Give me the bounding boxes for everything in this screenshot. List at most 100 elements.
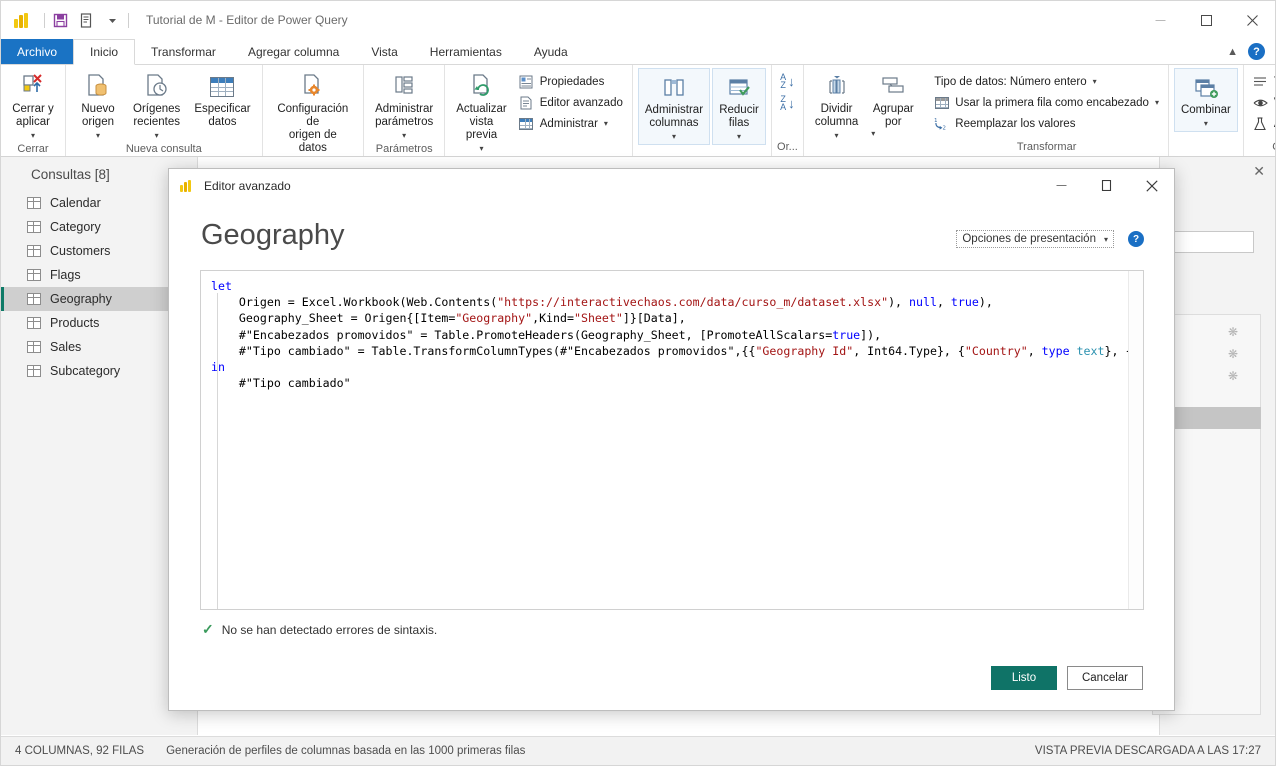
caret-icon[interactable]: ▾ (155, 129, 159, 142)
title-separator (44, 12, 45, 28)
sidebar-item-label: Flags (50, 268, 81, 282)
properties-icon (519, 74, 534, 89)
code-line: Origen = Excel.Workbook(Web.Contents("ht… (211, 295, 993, 310)
tab-agregar-columna[interactable]: Agregar columna (232, 39, 355, 64)
caret-icon[interactable]: ▾ (604, 119, 608, 128)
reemplazar-valores-button[interactable]: 12 Reemplazar los valores (930, 113, 1163, 134)
code-line: #"Tipo cambiado" (211, 376, 351, 391)
ribbon-group-parametros: Administrar parámetros ▾ Parámetros (364, 65, 446, 156)
maximize-button[interactable] (1183, 1, 1229, 39)
caret-icon[interactable]: ▾ (1104, 235, 1108, 244)
reducir-filas-button[interactable]: Reducir filas ▾ (712, 68, 767, 145)
caret-icon[interactable]: ▾ (737, 130, 741, 143)
help-icon[interactable]: ? (1248, 43, 1265, 60)
m-code-text[interactable]: let Origen = Excel.Workbook(Web.Contents… (201, 271, 1143, 391)
caret-icon[interactable]: ▾ (871, 127, 875, 140)
origenes-recientes-button[interactable]: Orígenes recientes ▾ (127, 68, 186, 143)
cerrar-y-aplicar-button[interactable]: Cerrar y aplicar ▾ (6, 68, 60, 143)
caret-icon[interactable]: ▾ (479, 142, 483, 155)
dialog-heading: Geography (201, 219, 345, 251)
cerrar-y-aplicar-label: Cerrar y aplicar (12, 103, 54, 128)
ribbon-group-columnas-filas: Administrar columnas ▾ Reducir filas ▾ (633, 65, 773, 156)
caret-icon[interactable]: ▾ (835, 129, 839, 142)
group-label-dividir-agrupar (809, 153, 920, 156)
display-options-dropdown[interactable]: Opciones de presentación ▾ (956, 230, 1114, 248)
new-source-icon (83, 71, 113, 103)
editor-avanzado-label: Editor avanzado (539, 96, 623, 109)
chevron-down-icon[interactable] (104, 12, 121, 29)
flask-icon (1253, 116, 1268, 131)
code-vertical-scrollbar[interactable] (1128, 271, 1143, 609)
columns-rows-status: 4 COLUMNAS, 92 FILAS (15, 745, 145, 757)
tipo-de-datos-dropdown[interactable]: Tipo de datos: Número entero ▾ (930, 71, 1163, 92)
check-icon: ✓ (202, 621, 214, 637)
tab-transformar[interactable]: Transformar (135, 39, 232, 64)
actualizar-vista-previa-button[interactable]: Actualizar vista previa ▾ (450, 68, 513, 156)
usar-primera-fila-label: Usar la primera fila como encabezado (955, 96, 1149, 109)
administrar-parametros-button[interactable]: Administrar parámetros ▾ (369, 68, 439, 143)
agrupar-por-button[interactable]: Agrupar por ▾ (866, 68, 920, 143)
administrar-columnas-button[interactable]: Administrar columnas ▾ (637, 68, 711, 145)
tab-ayuda[interactable]: Ayuda (518, 39, 584, 64)
propiedades-button[interactable]: Propiedades (515, 71, 627, 92)
table-icon (27, 365, 41, 377)
cancelar-button[interactable]: Cancelar (1066, 666, 1143, 690)
minimize-button[interactable] (1137, 1, 1183, 39)
chevron-up-icon[interactable]: ▲ (1227, 46, 1238, 58)
combinar-button[interactable]: Combinar ▾ (1173, 68, 1238, 132)
usar-primera-fila-button[interactable]: Usar la primera fila como encabezado ▾ (930, 92, 1163, 113)
dialog-header: Geography Opciones de presentación ▾ ? (169, 202, 1174, 254)
sort-descending-button[interactable]: ZA ↓ (780, 95, 795, 112)
dividir-columna-label: Dividir columna (814, 103, 859, 128)
power-bi-logo-icon (14, 12, 30, 28)
ribbon-group-ordenar: AZ ↓ ZA ↓ Or... (772, 65, 804, 156)
syntax-status: ✓ No se han detectado errores de sintaxi… (202, 621, 1174, 638)
dialog-header-actions: Opciones de presentación ▾ ? (956, 230, 1144, 254)
group-label-combinar (1174, 153, 1238, 156)
caret-icon[interactable]: ▾ (1155, 98, 1159, 107)
ribbon-group-dividir-agrupar: Dividir columna ▾ Agrupar por ▾ (804, 65, 925, 156)
caret-icon[interactable]: ▾ (1093, 77, 1097, 86)
sort-ascending-button[interactable]: AZ ↓ (780, 73, 795, 90)
dialog-help-icon[interactable]: ? (1128, 231, 1144, 247)
close-icon[interactable]: ✕ (1253, 163, 1265, 180)
code-line: in (211, 359, 1143, 375)
dividir-columna-button[interactable]: Dividir columna ▾ (809, 68, 864, 143)
vision-button[interactable]: Visión (1249, 92, 1275, 113)
editor-avanzado-button[interactable]: Editor avanzado (515, 92, 627, 113)
caret-icon[interactable]: ▾ (1204, 117, 1208, 130)
text-analytics-button[interactable]: Text Analyt (1249, 71, 1275, 92)
dialog-minimize-button[interactable] (1039, 169, 1084, 202)
caret-icon[interactable]: ▾ (672, 130, 676, 143)
tab-herramientas[interactable]: Herramientas (414, 39, 518, 64)
caret-icon[interactable]: ▾ (402, 129, 406, 142)
gear-icon-3[interactable]: ❋ (1228, 369, 1238, 383)
m-code-editor[interactable]: let Origen = Excel.Workbook(Web.Contents… (200, 270, 1144, 610)
close-button[interactable] (1229, 1, 1275, 39)
nuevo-origen-button[interactable]: Nuevo origen ▾ (71, 68, 125, 143)
tab-archivo[interactable]: Archivo (1, 39, 74, 64)
caret-icon[interactable]: ▾ (96, 129, 100, 142)
group-by-icon (878, 71, 908, 103)
print-icon[interactable] (78, 12, 95, 29)
tab-vista[interactable]: Vista (355, 39, 413, 64)
svg-text:2: 2 (943, 126, 946, 131)
tipo-de-datos-label: Tipo de datos: Número entero (934, 75, 1087, 88)
caret-icon[interactable]: ▾ (31, 129, 35, 142)
gear-icon-2[interactable]: ❋ (1228, 347, 1238, 361)
azure-ml-button[interactable]: Azure Mac (1249, 113, 1275, 134)
consulta-small-items: Propiedades Editor avanzado Administrar (515, 68, 627, 134)
save-icon[interactable] (52, 12, 69, 29)
gear-icon[interactable]: ❋ (1228, 325, 1238, 339)
listo-button[interactable]: Listo (990, 666, 1057, 690)
dialog-maximize-button[interactable] (1084, 169, 1129, 202)
text-analytics-icon (1253, 74, 1268, 89)
title-bar: Tutorial de M - Editor de Power Query (1, 1, 1275, 39)
especificar-datos-button[interactable]: Especificar datos (188, 68, 256, 130)
configuracion-origen-datos-label: Configuración de origen de datos (277, 103, 349, 154)
agrupar-por-label: Agrupar por (872, 103, 914, 128)
tab-inicio[interactable]: Inicio (73, 39, 136, 65)
administrar-button[interactable]: Administrar ▾ (515, 113, 627, 134)
dialog-close-button[interactable] (1129, 169, 1174, 202)
configuracion-origen-datos-button[interactable]: Configuración de origen de datos (268, 68, 359, 156)
